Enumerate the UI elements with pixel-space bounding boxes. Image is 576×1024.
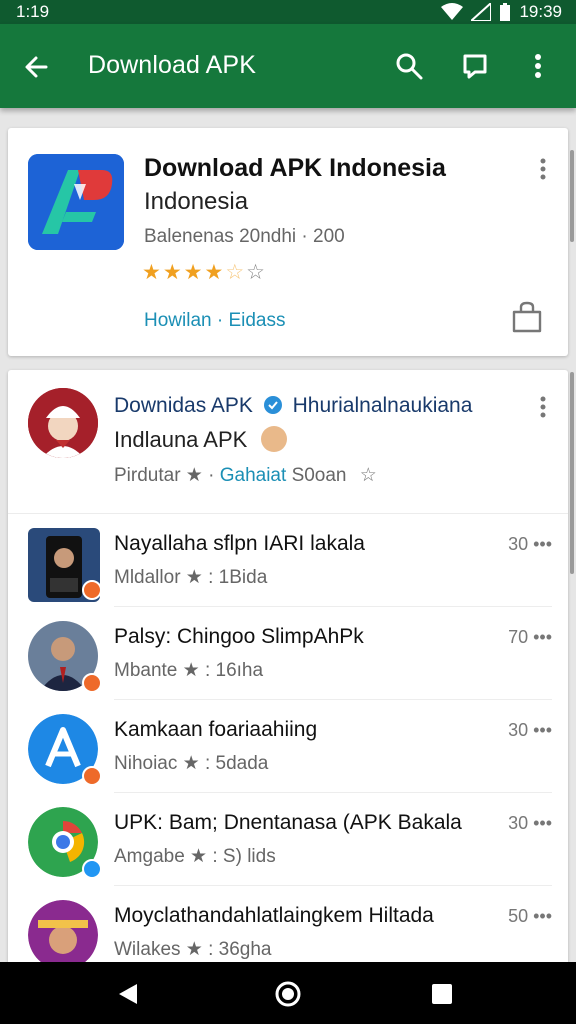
nav-recents-button[interactable]	[424, 976, 460, 1012]
featured-meta-b[interactable]: Gahaiat	[220, 465, 287, 486]
featured-name-rest: Hhurialnalnaukiana	[292, 394, 473, 417]
star-icon: ★	[183, 261, 203, 284]
more-vert-icon	[540, 396, 546, 418]
list-item-meta: Amgabe ★ : S) lids	[114, 846, 276, 867]
app-card[interactable]: Download APK Indonesia Indonesia Balenen…	[8, 128, 568, 356]
list-item-meta: Wilakes ★ : 36gha	[114, 939, 272, 960]
list-item[interactable]: Nayallaha sflpn IARI lakala Mldallor ★ :…	[8, 514, 568, 607]
app-thumbnail	[28, 900, 98, 970]
page-title: Download APK	[88, 51, 256, 79]
developer-avatar-icon	[28, 388, 98, 458]
star-half-icon: ☆	[225, 261, 245, 284]
scrollbar-list[interactable]	[570, 372, 574, 574]
status-bar: 1:19 19:39	[0, 0, 576, 24]
game-art-icon	[28, 900, 98, 970]
more-options-button[interactable]	[520, 48, 556, 84]
nav-home-icon	[275, 981, 301, 1007]
app-more-button[interactable]	[540, 158, 546, 185]
star-outline-icon: ☆	[359, 465, 377, 486]
back-button[interactable]	[18, 49, 54, 85]
list-item-count: 50 •••	[508, 906, 552, 926]
list-item-name: Moyclathandahlatlaingkem Hiltada	[114, 904, 434, 927]
app-list-card: Downidas APK Hhurialnalnaukiana Indlauna…	[8, 370, 568, 990]
app-links[interactable]: Howilan · Eidass	[144, 310, 286, 332]
emoji-icon	[261, 426, 288, 452]
star-empty-icon: ☆	[246, 261, 265, 284]
featured-subtitle-text: Indlauna APK	[114, 427, 248, 452]
wifi-icon	[441, 3, 464, 20]
install-button[interactable]	[510, 300, 544, 339]
featured-subtitle: Indlauna APK	[114, 426, 288, 453]
list-item-meta: Mldallor ★ : 1Bida	[114, 567, 268, 588]
app-subtitle: Indonesia	[144, 188, 249, 215]
rating-stars: ★ ★ ★ ★ ☆ ☆	[142, 260, 265, 285]
more-vert-icon	[540, 158, 546, 180]
star-icon: ★	[162, 261, 182, 284]
apk-logo-icon	[28, 154, 124, 250]
app-list: Nayallaha sflpn IARI lakala Mldallor ★ :…	[8, 514, 568, 979]
chat-button[interactable]	[457, 48, 493, 84]
status-clock: 19:39	[519, 2, 562, 21]
system-nav-bar	[0, 962, 576, 1024]
app-title: Download APK Indonesia	[144, 154, 446, 182]
more-vert-icon	[535, 54, 541, 78]
signal-icon	[471, 3, 492, 21]
nav-back-button[interactable]	[110, 976, 146, 1012]
list-item-name: Kamkaan foariaahiing	[114, 718, 318, 741]
list-item-count: 30 •••	[508, 813, 552, 833]
list-item[interactable]: UPK: Bam; Dnentanasa (APK Bakala Amgabe …	[8, 793, 568, 886]
nav-back-icon	[119, 984, 137, 1004]
list-item-name: Palsy: Chingoo SlimpAhPk	[114, 625, 364, 648]
featured-more-button[interactable]	[540, 396, 546, 423]
featured-name: Downidas APK	[114, 394, 253, 417]
badge-icon	[82, 580, 102, 600]
scrollbar-top[interactable]	[570, 150, 574, 242]
featured-item[interactable]: Downidas APK Hhurialnalnaukiana Indlauna…	[8, 370, 568, 514]
search-button[interactable]	[391, 48, 427, 84]
nav-recents-icon	[432, 984, 452, 1004]
star-icon: ★	[142, 261, 161, 284]
badge-icon	[82, 673, 102, 693]
list-item-count: 70 •••	[508, 627, 552, 647]
list-item-meta: Mbante ★ : 16ıha	[114, 660, 264, 681]
back-arrow-icon	[25, 56, 48, 78]
list-item-name: UPK: Bam; Dnentanasa (APK Bakala	[114, 811, 462, 834]
badge-icon	[82, 859, 102, 879]
app-bar: Download APK	[0, 24, 576, 108]
list-item-count: 30 •••	[508, 534, 552, 554]
featured-meta: Pirdutar ★ · Gahaiat S0oan ☆	[114, 464, 377, 487]
list-item-count: 30 •••	[508, 720, 552, 740]
featured-meta-c: S0oan	[291, 465, 347, 486]
app-logo	[28, 154, 124, 250]
battery-icon	[500, 2, 511, 21]
featured-title: Downidas APK Hhurialnalnaukiana	[114, 394, 472, 418]
star-half-icon: ★	[204, 261, 224, 284]
bag-icon	[512, 301, 542, 333]
nav-home-button[interactable]	[270, 976, 306, 1012]
avatar	[28, 388, 98, 458]
list-item[interactable]: Kamkaan foariaahiing Nihoiac ★ : 5dada 3…	[8, 700, 568, 793]
list-item[interactable]: Palsy: Chingoo SlimpAhPk Mbante ★ : 16ıh…	[8, 607, 568, 700]
list-item-name: Nayallaha sflpn IARI lakala	[114, 532, 365, 555]
list-item-meta: Nihoiac ★ : 5dada	[114, 753, 269, 774]
app-meta: Balenenas 20ndhi · 200	[144, 226, 345, 247]
status-time: 1:19	[16, 2, 50, 21]
verified-icon	[263, 396, 282, 414]
chat-icon	[463, 54, 487, 79]
search-icon	[396, 53, 423, 80]
badge-icon	[82, 766, 102, 786]
featured-meta-a: Pirdutar ★ ·	[114, 465, 215, 486]
